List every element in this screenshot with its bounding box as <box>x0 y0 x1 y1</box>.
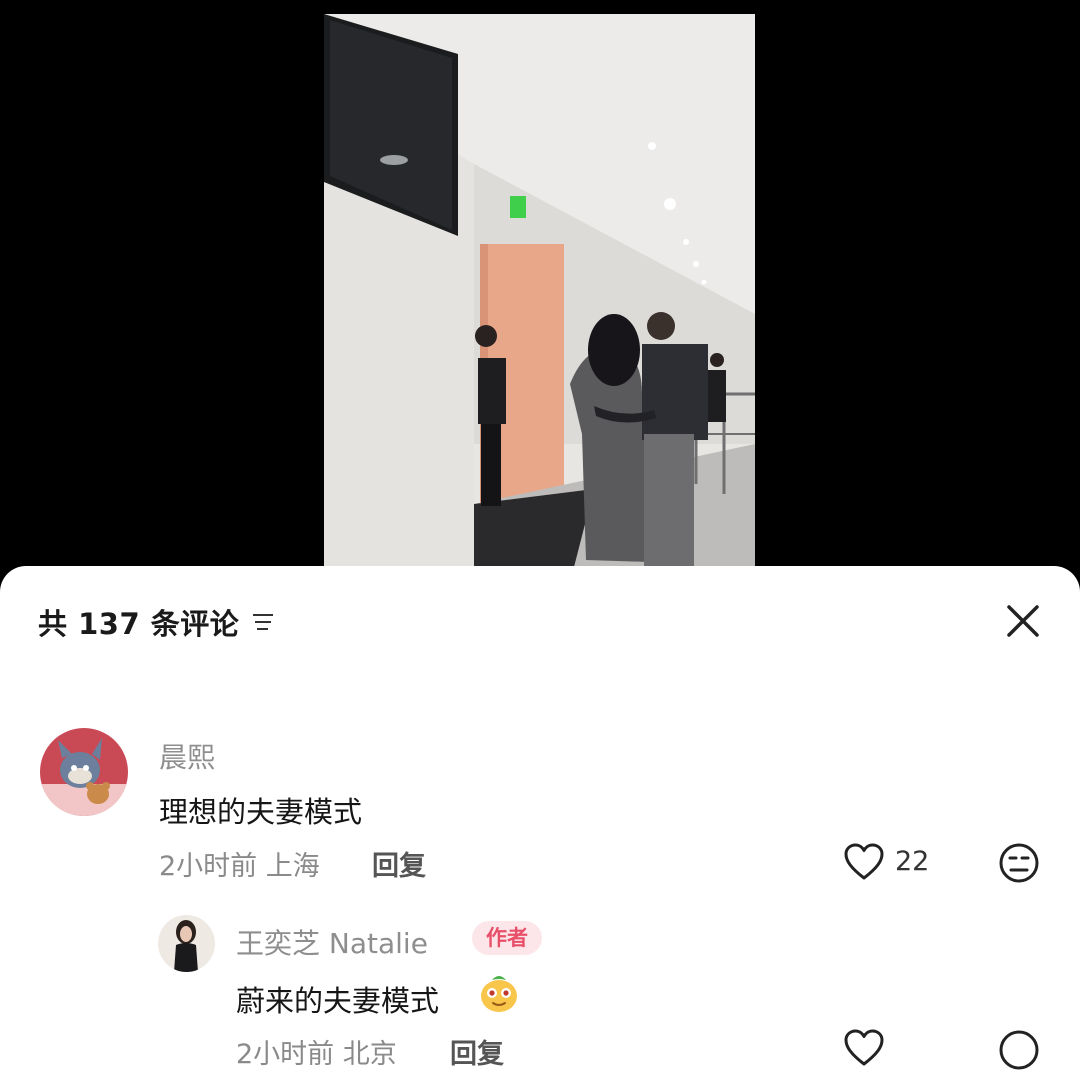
heart-outline-icon <box>844 843 884 880</box>
comment-sheet-header: 共 137 条评论 <box>38 602 275 642</box>
author-badge: 作者 <box>472 921 542 955</box>
video-frame-image <box>324 14 755 567</box>
meh-face-icon <box>999 1030 1039 1070</box>
comment-time: 2小时前 <box>159 851 258 882</box>
reply-like-button[interactable] <box>843 1029 885 1071</box>
cartoon-face-emoji <box>478 972 520 1014</box>
reply-time: 2小时前 <box>236 1039 335 1070</box>
reply-meta: 2小时前 北京 <box>236 1032 397 1071</box>
close-button[interactable] <box>1003 601 1043 641</box>
reply-location: 北京 <box>342 1039 397 1070</box>
comment-sheet: 共 137 条评论 晨熙 理想的夫妻模式 2小时前 上海 回复 22 王奕芝 N… <box>0 566 1080 1088</box>
comment-author-name[interactable]: 晨熙 <box>159 736 215 776</box>
meh-face-icon <box>999 843 1039 883</box>
comment-location: 上海 <box>265 851 320 882</box>
dislike-button[interactable] <box>998 842 1040 888</box>
sort-lines-icon[interactable] <box>251 611 275 633</box>
like-button[interactable] <box>843 843 885 885</box>
heart-outline-icon <box>844 1029 884 1066</box>
comment-count-title: 共 137 条评论 <box>38 607 240 641</box>
comment-text: 理想的夫妻模式 <box>159 795 363 829</box>
avatar[interactable] <box>40 728 128 816</box>
cat-cartoon-avatar <box>40 728 128 816</box>
reply-to-reply-button[interactable]: 回复 <box>450 1032 504 1071</box>
reply-text: 蔚来的夫妻模式 <box>236 984 440 1018</box>
reply-button[interactable]: 回复 <box>372 844 426 883</box>
like-count: 22 <box>895 846 930 877</box>
author-photo-avatar <box>158 915 215 972</box>
reply-dislike-button[interactable] <box>998 1029 1040 1075</box>
close-icon <box>1007 605 1039 637</box>
reply-author-name[interactable]: 王奕芝 Natalie <box>236 922 428 962</box>
comment-meta: 2小时前 上海 <box>159 844 320 883</box>
video-player[interactable] <box>324 14 755 567</box>
reply-avatar[interactable] <box>158 915 215 972</box>
